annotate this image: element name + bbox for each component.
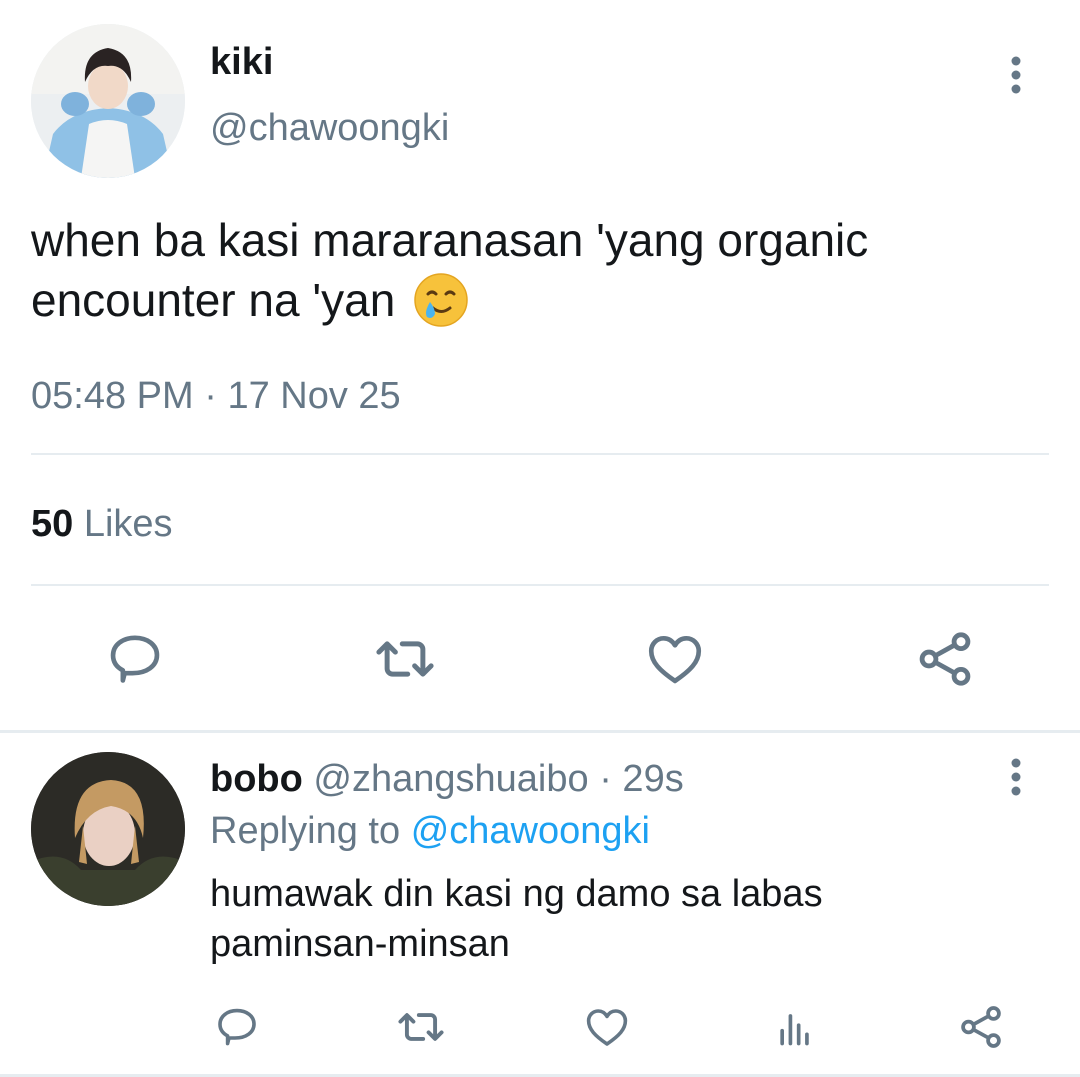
replying-to: Replying to @chawoongki [210, 809, 650, 853]
likes-label: Likes [83, 503, 173, 545]
divider [31, 584, 1049, 586]
replying-to-handle[interactable]: @chawoongki [411, 810, 650, 852]
more-options-button[interactable] [996, 52, 1036, 98]
reply-more-options-button[interactable] [996, 754, 1036, 800]
share-icon [961, 1006, 1001, 1048]
reply-button[interactable] [100, 624, 170, 694]
like-button[interactable] [640, 624, 710, 694]
reply-age: · 29s [599, 758, 684, 800]
section-divider [0, 730, 1080, 733]
more-vertical-icon [1011, 758, 1021, 796]
share-icon [919, 632, 971, 686]
reply-retweet-button[interactable] [394, 1000, 448, 1054]
likes-count-link[interactable]: 50 Likes [31, 502, 173, 546]
tweet-date: 17 Nov 25 [227, 375, 401, 417]
divider [31, 453, 1049, 455]
retweet-button[interactable] [370, 624, 440, 694]
tweet-text-line-1: when ba kasi mararanasan 'yang organic [31, 214, 869, 266]
tweet-time: 05:48 PM [31, 375, 194, 417]
reply-header: bobo @zhangshuaibo · 29s [210, 757, 684, 801]
likes-count: 50 [31, 503, 74, 545]
heart-icon [586, 1009, 628, 1046]
retweet-icon [376, 641, 434, 677]
tweet-timestamp[interactable]: 05:48 PM · 17 Nov 25 [31, 374, 401, 418]
tweet-author-name[interactable]: kiki [210, 40, 273, 84]
analytics-icon [780, 1014, 809, 1046]
tweet-author-avatar[interactable] [31, 24, 185, 178]
reply-text-line-2: paminsan-minsan [210, 923, 510, 965]
reply-icon [218, 1008, 256, 1046]
reply-author-handle[interactable]: @zhangshuaibo [313, 758, 588, 800]
reply-like-button[interactable] [580, 1000, 634, 1054]
reply-share-button[interactable] [954, 1000, 1008, 1054]
reply-analytics-button[interactable] [768, 1000, 822, 1054]
reply-author-avatar[interactable] [31, 752, 185, 906]
more-vertical-icon [1011, 56, 1021, 94]
reply-reply-button[interactable] [210, 1000, 264, 1054]
reply-text-line-1: humawak din kasi ng damo sa labas [210, 873, 823, 915]
tweet-text-line-2-text: encounter na 'yan [31, 274, 396, 326]
smiling-face-with-tear-icon [413, 272, 469, 328]
heart-icon [648, 636, 702, 684]
retweet-icon [398, 1013, 444, 1041]
reply-icon [110, 635, 160, 683]
tweet-author-handle[interactable]: @chawoongki [210, 106, 449, 150]
timestamp-separator: · [204, 375, 217, 417]
tweet-text-line-2: encounter na 'yan [31, 272, 469, 328]
share-button[interactable] [910, 624, 980, 694]
replying-to-label: Replying to [210, 810, 401, 852]
reply-author-name[interactable]: bobo [210, 758, 303, 800]
